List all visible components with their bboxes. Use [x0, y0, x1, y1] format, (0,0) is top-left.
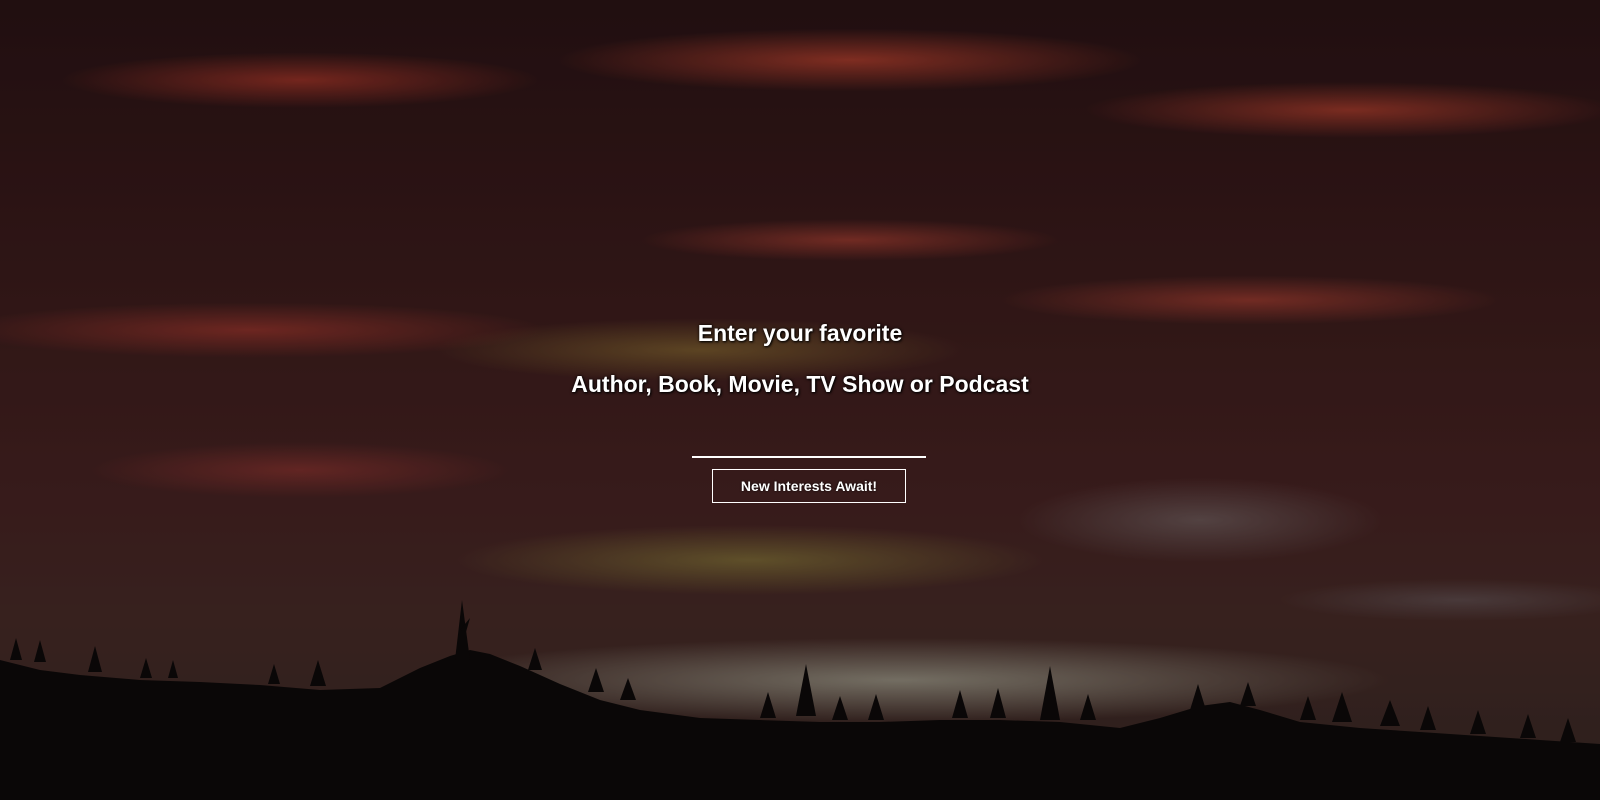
hero-section: Enter your favorite Author, Book, Movie,… [0, 0, 1600, 800]
heading-line-1: Enter your favorite [697, 320, 903, 346]
heading-line-2: Author, Book, Movie, TV Show or Podcast [571, 371, 1029, 397]
favorite-search-input[interactable] [692, 440, 926, 458]
hero-content: Enter your favorite Author, Book, Movie,… [0, 0, 1600, 800]
new-interests-button[interactable]: New Interests Await! [712, 469, 906, 503]
